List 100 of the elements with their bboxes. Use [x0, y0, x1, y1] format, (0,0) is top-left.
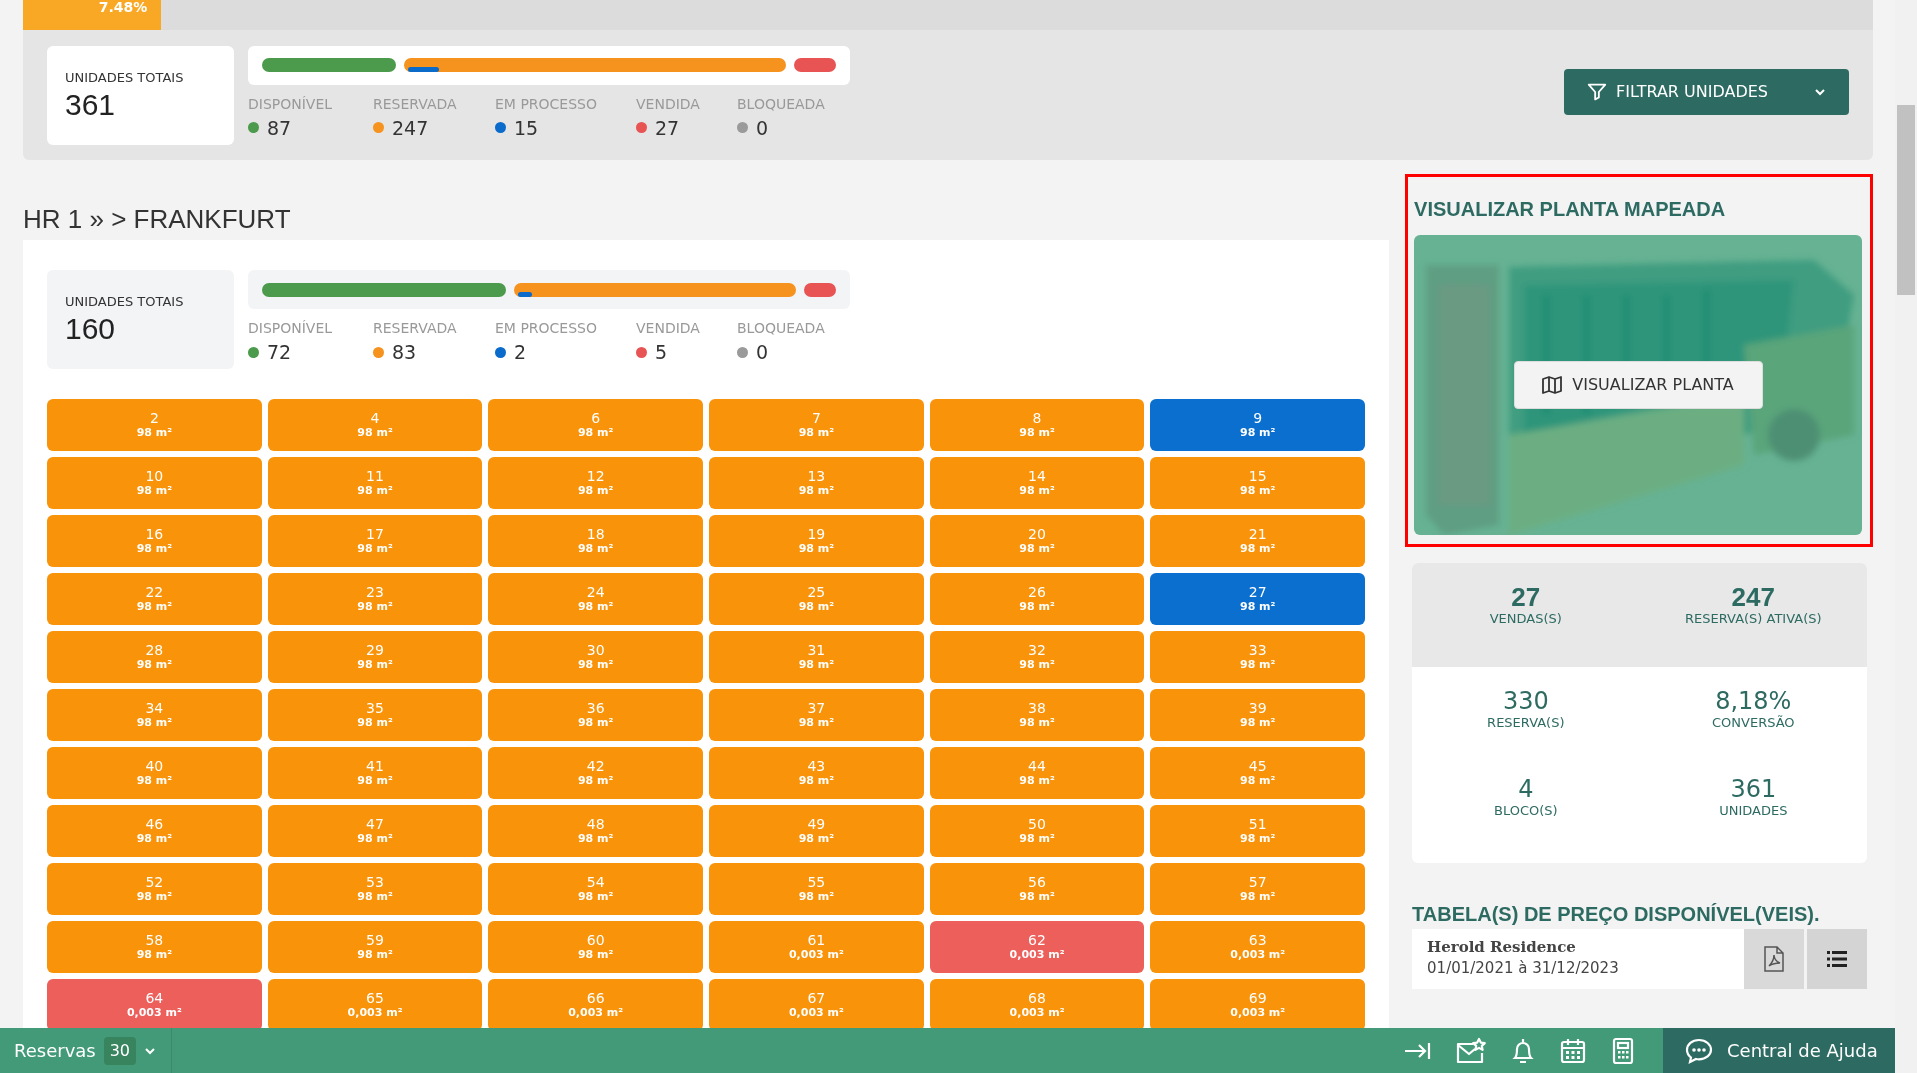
unit-tile[interactable]: 24 98 m²	[488, 573, 703, 625]
price-table-period: 01/01/2021 à 31/12/2023	[1427, 958, 1620, 979]
unit-tile[interactable]: 17 98 m²	[267, 515, 483, 567]
total-units-value: 160	[65, 311, 117, 347]
unit-tile[interactable]: 47 98 m²	[267, 805, 483, 857]
unit-tile[interactable]: 57 98 m²	[1150, 863, 1366, 915]
list-icon	[1827, 951, 1848, 967]
progress-label: 7.48%	[98, 0, 148, 14]
unit-tile[interactable]: 11 98 m²	[267, 457, 483, 509]
view-plan-button[interactable]: VISUALIZAR PLANTA	[1513, 361, 1763, 409]
unit-tile[interactable]: 8 98 m²	[929, 399, 1145, 451]
unit-tile[interactable]: 59 98 m²	[267, 921, 483, 973]
unit-tile[interactable]: 46 98 m²	[47, 805, 262, 857]
unit-tile[interactable]: 62 0,003 m²	[929, 921, 1145, 973]
unit-tile[interactable]: 43 98 m²	[709, 747, 924, 799]
unit-tile[interactable]: 52 98 m²	[47, 863, 262, 915]
unit-tile[interactable]: 23 98 m²	[267, 573, 483, 625]
reservations-count: 30	[103, 1036, 137, 1065]
list-button[interactable]	[1807, 929, 1868, 989]
unit-tile[interactable]: 16 98 m²	[47, 515, 262, 567]
status-count: 27	[655, 116, 680, 139]
unit-tile[interactable]: 54 98 m²	[488, 863, 703, 915]
unit-tile[interactable]: 60 98 m²	[488, 921, 703, 973]
reservations-toggle[interactable]: Reservas 30	[0, 1028, 172, 1073]
unit-tile[interactable]: 31 98 m²	[709, 631, 924, 683]
unit-tile[interactable]: 6 98 m²	[488, 399, 703, 451]
stat-label: VENDAS(S)	[1489, 611, 1562, 627]
total-units-value: 361	[65, 86, 117, 123]
calculator-icon[interactable]	[1611, 1036, 1635, 1065]
status-count: 83	[392, 341, 417, 363]
unit-tile[interactable]: 21 98 m²	[1150, 515, 1366, 567]
unit-tile[interactable]: 66 0,003 m²	[488, 979, 703, 1031]
help-center-button[interactable]: Central de Ajuda	[1663, 1028, 1895, 1073]
unit-tile[interactable]: 63 0,003 m²	[1150, 921, 1366, 973]
unit-tile[interactable]: 9 98 m²	[1150, 399, 1366, 451]
filter-button[interactable]: FILTRAR UNIDADES	[1564, 69, 1849, 115]
status-count: 87	[267, 116, 292, 139]
unit-tile[interactable]: 55 98 m²	[709, 863, 924, 915]
status-label: DISPONÍVEL	[248, 94, 334, 113]
unit-tile[interactable]: 38 98 m²	[929, 689, 1145, 741]
mail-star-icon[interactable]	[1455, 1036, 1487, 1065]
unit-tile[interactable]: 68 0,003 m²	[929, 979, 1145, 1031]
processing-segment	[518, 291, 533, 297]
unit-tile[interactable]: 34 98 m²	[47, 689, 262, 741]
unit-tile[interactable]: 51 98 m²	[1150, 805, 1366, 857]
unit-tile[interactable]: 35 98 m²	[267, 689, 483, 741]
unit-tile[interactable]: 39 98 m²	[1150, 689, 1366, 741]
unit-tile[interactable]: 64 0,003 m²	[47, 979, 262, 1031]
unit-tile[interactable]: 26 98 m²	[929, 573, 1145, 625]
unit-tile[interactable]: 20 98 m²	[929, 515, 1145, 567]
unit-tile[interactable]: 41 98 m²	[267, 747, 483, 799]
unit-tile[interactable]: 37 98 m²	[709, 689, 924, 741]
status-label: RESERVADA	[373, 94, 458, 113]
unit-tile[interactable]: 29 98 m²	[267, 631, 483, 683]
unit-tile[interactable]: 7 98 m²	[709, 399, 924, 451]
unit-tile[interactable]: 53 98 m²	[267, 863, 483, 915]
unit-tile[interactable]: 13 98 m²	[709, 457, 924, 509]
unit-tile[interactable]: 18 98 m²	[488, 515, 703, 567]
unit-tile[interactable]: 45 98 m²	[1150, 747, 1366, 799]
unit-tile[interactable]: 69 0,003 m²	[1150, 979, 1366, 1031]
breadcrumb: HR 1 » > FRANKFURT	[23, 203, 292, 236]
scroll-thumb[interactable]	[1897, 105, 1915, 295]
unit-tile[interactable]: 61 0,003 m²	[709, 921, 924, 973]
unit-tile[interactable]: 44 98 m²	[929, 747, 1145, 799]
unit-tile[interactable]: 65 0,003 m²	[267, 979, 483, 1031]
unit-tile[interactable]: 14 98 m²	[929, 457, 1145, 509]
unit-tile[interactable]: 48 98 m²	[488, 805, 703, 857]
unit-tile[interactable]: 2 98 m²	[47, 399, 262, 451]
status-count: 0	[756, 341, 769, 363]
status-count: 72	[267, 341, 292, 363]
status-count: 15	[514, 116, 539, 139]
unit-tile[interactable]: 50 98 m²	[929, 805, 1145, 857]
unit-tile[interactable]: 22 98 m²	[47, 573, 262, 625]
unit-tile[interactable]: 28 98 m²	[47, 631, 262, 683]
price-table-name: Herold Residence	[1427, 937, 1577, 957]
bell-icon[interactable]	[1511, 1036, 1535, 1065]
unit-tile[interactable]: 32 98 m²	[929, 631, 1145, 683]
unit-tile[interactable]: 40 98 m²	[47, 747, 262, 799]
unit-tile[interactable]: 56 98 m²	[929, 863, 1145, 915]
unit-tile[interactable]: 36 98 m²	[488, 689, 703, 741]
unit-tile[interactable]: 19 98 m²	[709, 515, 924, 567]
unit-tile[interactable]: 15 98 m²	[1150, 457, 1366, 509]
unit-tile[interactable]: 27 98 m²	[1150, 573, 1366, 625]
map-icon	[1542, 376, 1563, 394]
unit-tile[interactable]: 58 98 m²	[47, 921, 262, 973]
unit-tile[interactable]: 30 98 m²	[488, 631, 703, 683]
status-segment	[794, 58, 836, 72]
status-count: 2	[514, 341, 527, 363]
unit-tile[interactable]: 42 98 m²	[488, 747, 703, 799]
unit-tile[interactable]: 25 98 m²	[709, 573, 924, 625]
unit-tile[interactable]: 4 98 m²	[267, 399, 483, 451]
unit-tile[interactable]: 33 98 m²	[1150, 631, 1366, 683]
unit-tile[interactable]: 67 0,003 m²	[709, 979, 924, 1031]
unit-tile[interactable]: 49 98 m²	[709, 805, 924, 857]
total-units-label: UNIDADES TOTAIS	[65, 69, 185, 86]
stat-value: 247	[1731, 583, 1775, 611]
status-label: DISPONÍVEL	[248, 319, 334, 337]
unit-tile[interactable]: 12 98 m²	[488, 457, 703, 509]
calendar-icon[interactable]	[1559, 1036, 1587, 1065]
unit-tile[interactable]: 10 98 m²	[47, 457, 262, 509]
